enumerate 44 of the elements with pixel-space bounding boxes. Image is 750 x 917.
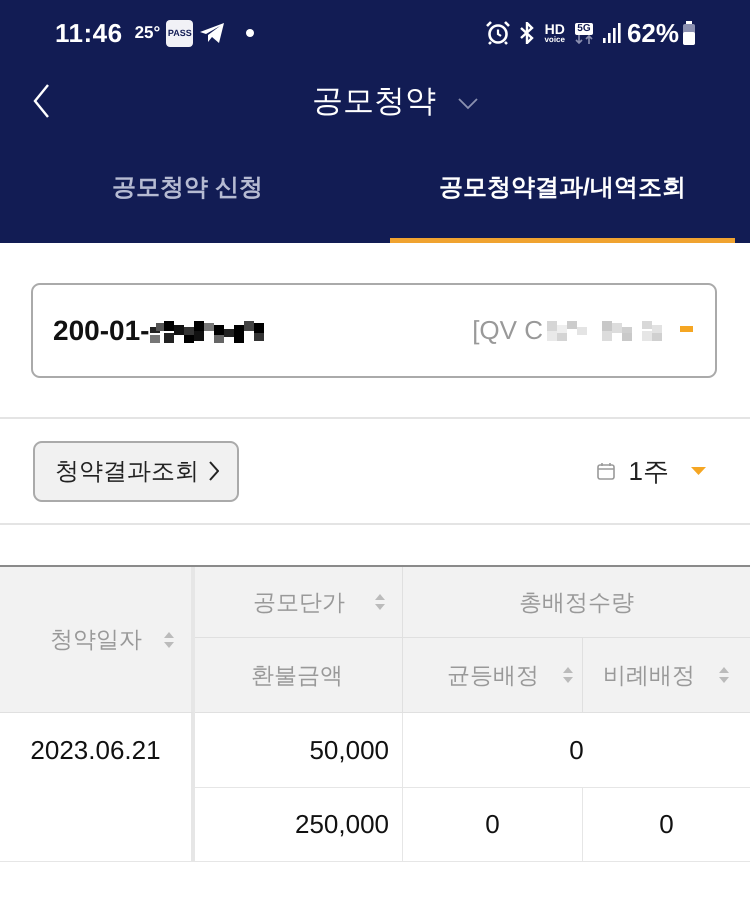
- account-number: 200-01-: [53, 314, 150, 346]
- bluetooth-icon: [519, 22, 536, 44]
- period-select[interactable]: 1주: [628, 454, 669, 488]
- voice-label: voice: [544, 36, 565, 44]
- chevron-right-icon: [209, 461, 219, 481]
- tab[interactable]: 공모청약결과/내역조회: [390, 136, 735, 243]
- table-cell: 0: [403, 788, 583, 862]
- status-temperature: 25°: [134, 23, 160, 43]
- table-cell: 50,000: [195, 713, 403, 788]
- hd-label: HD: [544, 22, 565, 36]
- data-arrows-icon: [574, 34, 594, 44]
- chevron-down-icon[interactable]: [458, 98, 478, 110]
- account-select[interactable]: 200-01- [QV C: [31, 283, 717, 378]
- table-cell: 0: [583, 788, 750, 862]
- signal-icon: [602, 23, 621, 43]
- dropdown-triangle-icon[interactable]: [691, 467, 706, 475]
- status-time: 11:46: [55, 18, 123, 48]
- calendar-icon: [596, 462, 615, 480]
- sort-icon[interactable]: [563, 667, 573, 683]
- table-cell: 0: [403, 713, 750, 788]
- table-cell: 2023.06.21: [0, 713, 195, 862]
- account-name: [QV C: [472, 315, 543, 346]
- sort-icon[interactable]: [719, 667, 729, 683]
- paper-plane-icon: [199, 22, 226, 44]
- back-icon[interactable]: [33, 84, 49, 118]
- dropdown-marker-icon: [680, 326, 693, 332]
- column-heading: 공모단가: [253, 588, 345, 616]
- network-badge: 5G: [575, 22, 593, 34]
- notification-dot-icon: [246, 29, 254, 37]
- column-heading: 균등배정: [447, 660, 539, 690]
- sort-icon[interactable]: [164, 632, 174, 648]
- battery-percent: 62%: [626, 18, 679, 48]
- tab[interactable]: 공모청약 신청: [15, 136, 360, 243]
- alarm-icon: [486, 21, 510, 45]
- battery-icon: [682, 21, 696, 45]
- column-heading: 총배정수량: [519, 588, 634, 616]
- result-lookup-button[interactable]: 청약결과조회: [33, 440, 239, 502]
- column-heading: 환불금액: [251, 660, 343, 690]
- pass-badge: PASS: [166, 20, 194, 46]
- column-heading: 청약일자: [50, 625, 142, 654]
- column-heading: 비례배정: [603, 660, 695, 690]
- sort-icon[interactable]: [375, 594, 385, 610]
- table-cell: 250,000: [195, 788, 403, 862]
- page-title: 공모청약: [312, 82, 436, 120]
